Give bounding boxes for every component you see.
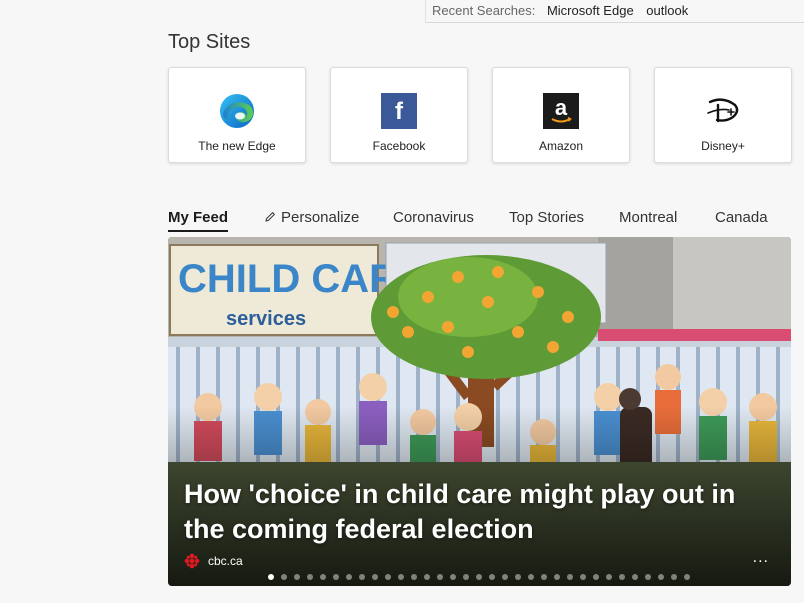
amazon-icon: a <box>543 93 579 129</box>
carousel-dot[interactable] <box>580 574 586 580</box>
recent-search-term[interactable]: outlook <box>646 3 688 18</box>
tab-canada[interactable]: Canada <box>715 209 768 226</box>
tab-personalize-label: Personalize <box>281 209 360 226</box>
carousel-dot[interactable] <box>489 574 495 580</box>
more-options-button[interactable]: ... <box>753 549 769 567</box>
recent-searches: Recent Searches: Microsoft Edge outlook <box>432 3 697 18</box>
carousel-dot[interactable] <box>515 574 521 580</box>
amazon-glyph: a <box>555 95 568 120</box>
top-site-tile-edge[interactable]: The new Edge <box>168 67 306 163</box>
carousel-dot[interactable] <box>372 574 378 580</box>
edge-icon <box>220 94 254 128</box>
carousel-dot[interactable] <box>502 574 508 580</box>
carousel-dot[interactable] <box>385 574 391 580</box>
top-site-name: The new Edge <box>198 139 276 153</box>
carousel-dot[interactable] <box>554 574 560 580</box>
article-source: cbc.ca <box>184 552 243 570</box>
top-site-name: Amazon <box>538 139 584 153</box>
cbc-logo-icon <box>184 553 200 569</box>
carousel-dot[interactable] <box>463 574 469 580</box>
carousel-dot[interactable] <box>541 574 547 580</box>
carousel-dot[interactable] <box>632 574 638 580</box>
carousel-dot[interactable] <box>528 574 534 580</box>
carousel-dot[interactable] <box>294 574 300 580</box>
carousel-dot[interactable] <box>619 574 625 580</box>
carousel-dot[interactable] <box>398 574 404 580</box>
carousel-dot[interactable] <box>281 574 287 580</box>
carousel-dot[interactable] <box>645 574 651 580</box>
top-site-tile-amazon[interactable]: a Amazon <box>492 67 630 163</box>
hero-article-card[interactable]: CHILD CARE services How 'choice' in chil… <box>168 237 791 586</box>
tab-personalize[interactable]: Personalize <box>264 209 359 226</box>
carousel-dot[interactable] <box>476 574 482 580</box>
tab-coronavirus[interactable]: Coronavirus <box>393 209 474 226</box>
tab-my-feed[interactable]: My Feed <box>168 209 229 232</box>
carousel-dot[interactable] <box>333 574 339 580</box>
carousel-dot[interactable] <box>567 574 573 580</box>
carousel-dot[interactable] <box>593 574 599 580</box>
pencil-icon <box>265 211 276 222</box>
hero-headline[interactable]: How 'choice' in child care might play ou… <box>184 477 764 547</box>
disney-icon <box>707 98 739 123</box>
top-site-name: Disney+ <box>701 139 745 153</box>
article-source-name: cbc.ca <box>208 554 243 568</box>
tab-montreal[interactable]: Montreal <box>619 209 677 226</box>
top-site-tile-disney[interactable]: Disney+ <box>654 67 792 163</box>
facebook-icon: f <box>381 93 417 129</box>
carousel-dot[interactable] <box>424 574 430 580</box>
carousel-dot[interactable] <box>346 574 352 580</box>
carousel-dot[interactable] <box>359 574 365 580</box>
carousel-dot[interactable] <box>606 574 612 580</box>
carousel-dot[interactable] <box>307 574 313 580</box>
carousel-dot[interactable] <box>411 574 417 580</box>
carousel-dot[interactable] <box>268 574 274 580</box>
carousel-dot[interactable] <box>684 574 690 580</box>
carousel-dot[interactable] <box>658 574 664 580</box>
carousel-dots <box>268 574 697 582</box>
tab-top-stories[interactable]: Top Stories <box>509 209 584 226</box>
carousel-dot[interactable] <box>450 574 456 580</box>
sign-subtitle: services <box>226 308 306 330</box>
top-sites-title: Top Sites <box>168 31 251 53</box>
carousel-dot[interactable] <box>437 574 443 580</box>
top-site-tile-facebook[interactable]: f Facebook <box>330 67 468 163</box>
top-site-name: Facebook <box>372 139 426 153</box>
recent-search-term[interactable]: Microsoft Edge <box>547 3 634 18</box>
carousel-dot[interactable] <box>671 574 677 580</box>
recent-searches-label: Recent Searches: <box>432 3 536 18</box>
carousel-dot[interactable] <box>320 574 326 580</box>
